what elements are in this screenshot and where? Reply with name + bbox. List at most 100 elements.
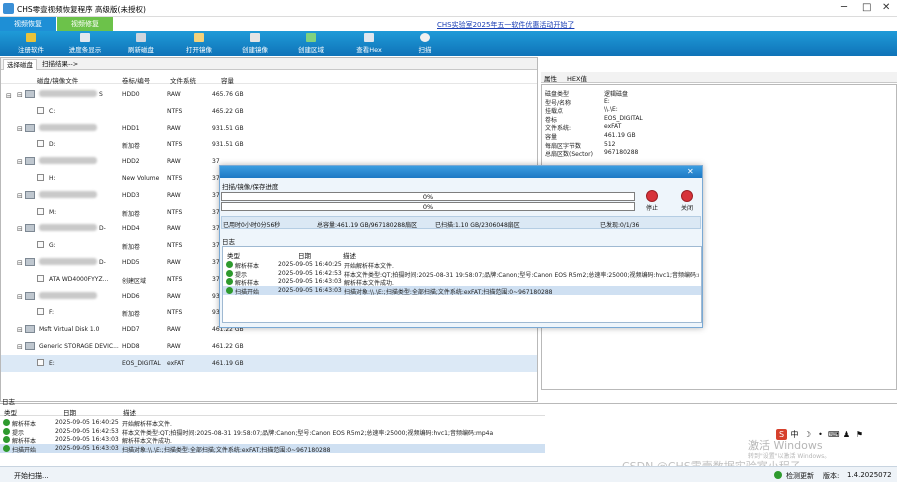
log-row[interactable]: 扫描开始 2025-09-05 16:43:03 扫描对象:\\.\E:;扫描类型:… <box>0 443 545 454</box>
expand-toggle[interactable]: ⊟ <box>17 326 23 334</box>
expand-toggle[interactable]: ⊟ <box>17 158 23 166</box>
stop-button[interactable]: 停止 <box>645 190 659 212</box>
log-date: 2025-09-05 16:43:03 <box>55 436 119 443</box>
expand-toggle[interactable]: ⊟ <box>17 125 23 133</box>
expand-toggle[interactable]: ⊟ <box>17 259 23 267</box>
scanned-amount: 已扫描:1.10 GB/2306048扇区 <box>435 222 520 229</box>
log-col-date[interactable]: 日期 <box>63 407 76 417</box>
elapsed-time: 已用时0小时0分56秒 <box>223 222 281 229</box>
root-expand-toggle[interactable]: ⊟ <box>6 92 12 100</box>
col-filesystem[interactable]: 文件系统 <box>170 75 196 85</box>
hard-disk-icon <box>25 157 35 166</box>
property-value: 461.19 GB <box>604 132 636 139</box>
tab-video-repair[interactable]: 视频修复 <box>57 17 113 31</box>
file-system: RAW <box>167 91 181 98</box>
create-region-button[interactable]: 创建区域 <box>288 31 334 56</box>
ok-icon <box>226 261 233 268</box>
capacity: 931.51 GB <box>212 124 244 132</box>
volume-label: 新加卷 <box>122 311 141 319</box>
ok-icon <box>3 419 10 426</box>
col-capacity[interactable]: 容量 <box>221 75 234 85</box>
ime-item[interactable]: 中 <box>789 429 800 440</box>
property-value: E: <box>604 97 610 105</box>
register-button[interactable]: 注册软件 <box>8 31 54 56</box>
dlg-col-desc[interactable]: 描述 <box>343 250 356 260</box>
col-disk[interactable]: 磁盘/镜像文件 <box>37 75 78 85</box>
hard-disk-icon <box>25 123 35 132</box>
tab-properties[interactable]: 属性 <box>544 73 557 83</box>
ime-item[interactable]: • <box>815 429 826 440</box>
refresh-disk-button[interactable]: 刷新磁盘 <box>118 31 164 56</box>
capacity: 465.22 GB <box>212 107 244 115</box>
log-col-desc[interactable]: 描述 <box>123 407 136 417</box>
file-system: NTFS <box>167 309 183 317</box>
file-system: RAW <box>167 191 181 199</box>
expand-toggle[interactable]: ⊟ <box>17 192 23 200</box>
progress-display-button[interactable]: 进度条显示 <box>60 31 110 56</box>
ok-icon <box>226 286 233 294</box>
volume-label: HDD0 <box>122 91 140 98</box>
hard-disk-icon <box>25 342 35 350</box>
partition-name: ATA WD4000FYYZ... <box>49 275 109 283</box>
expand-toggle[interactable]: ⊟ <box>17 91 23 99</box>
partition-row[interactable]: D: 新加卷 NTFS 931.51 GB <box>1 136 537 153</box>
key-icon <box>26 33 36 42</box>
partition-name: G: <box>49 242 56 250</box>
ime-item[interactable]: ⚑ <box>854 429 865 440</box>
ime-item[interactable]: ⌨ <box>828 429 840 440</box>
file-system: RAW <box>167 259 181 266</box>
file-system: RAW <box>167 326 181 334</box>
close-button[interactable]: ✕ <box>882 3 890 13</box>
open-image-button[interactable]: 打开镜像 <box>176 31 222 56</box>
scan-button[interactable]: 扫描 <box>402 31 448 56</box>
tab-scan-results[interactable]: 扫描结果--> <box>39 59 81 70</box>
tab-video-recover[interactable]: 视频恢复 <box>0 17 56 31</box>
property-key: 总扇区数(Sector) <box>545 151 593 159</box>
disk-image-icon <box>250 33 260 42</box>
partition-row[interactable]: C: NTFS 465.22 GB <box>1 103 537 120</box>
dlg-col-type[interactable]: 类型 <box>227 250 240 260</box>
dialog-close-x[interactable]: ✕ <box>687 167 694 176</box>
create-image-button[interactable]: 创建镜像 <box>232 31 278 56</box>
found-count: 已发现:0/1/36 <box>600 222 640 229</box>
file-system: NTFS <box>167 175 183 182</box>
ime-item[interactable]: S <box>776 429 787 440</box>
redacted-name <box>39 157 97 165</box>
disk-row[interactable]: ⊟ S HDD0 RAW 465.76 GB <box>1 86 537 103</box>
minimize-button[interactable]: ─ <box>841 3 847 13</box>
promo-link[interactable]: CHS实验室2025年五一软件优惠活动开始了 <box>437 20 574 30</box>
folder-icon <box>194 33 204 42</box>
file-system: NTFS <box>167 107 183 115</box>
hard-disk-icon <box>25 291 35 300</box>
expand-toggle[interactable]: ⊟ <box>17 225 23 233</box>
partition-row[interactable]: E: EOS_DIGITAL exFAT 461.19 GB <box>1 354 537 372</box>
disk-row[interactable]: ⊟ HDD1 RAW 931.51 GB <box>1 120 537 137</box>
check-update-link[interactable]: 检测更新 <box>786 471 814 481</box>
ok-icon <box>226 278 233 285</box>
view-hex-button[interactable]: 查看Hex <box>346 31 392 56</box>
expand-toggle[interactable]: ⊟ <box>17 343 23 351</box>
dlg-col-date[interactable]: 日期 <box>298 250 311 260</box>
version-value: 1.4.2025072 <box>847 471 892 479</box>
title-bar: CHS零壹视频恢复程序 高级版(未授权) ─ □ ✕ <box>0 0 897 17</box>
dialog-title: 扫描/镜像/保存进度 <box>222 183 279 191</box>
expand-toggle[interactable]: ⊟ <box>17 293 23 301</box>
log-row[interactable]: 扫描开始 2025-09-05 16:43:03 扫描对象:\\.\E:;扫描类型:… <box>223 285 701 296</box>
ime-item[interactable]: ♟ <box>841 429 852 440</box>
log-date: 2025-09-05 16:43:03 <box>278 286 342 294</box>
log-date: 2025-09-05 16:43:03 <box>55 444 119 452</box>
ime-item[interactable]: ☽ <box>802 429 813 440</box>
hard-disk-icon <box>25 90 35 98</box>
dialog-title-bar: ✕ <box>220 166 702 178</box>
capacity: 461.19 GB <box>212 359 244 367</box>
dialog-close-button[interactable]: 关闭 <box>680 190 694 212</box>
redacted-name <box>39 90 97 97</box>
tab-select-disk[interactable]: 选择磁盘 <box>3 59 37 70</box>
log-col-type[interactable]: 类型 <box>4 407 17 417</box>
col-volume[interactable]: 卷标/编号 <box>122 75 150 85</box>
partition-icon <box>37 274 44 282</box>
maximize-button[interactable]: □ <box>862 3 871 13</box>
close-label: 关闭 <box>680 205 693 212</box>
tab-hex[interactable]: HEX值 <box>567 73 587 83</box>
disk-row[interactable]: ⊟ Generic STORAGE DEVIC... HDD8 RAW 461.22 G… <box>1 338 537 355</box>
